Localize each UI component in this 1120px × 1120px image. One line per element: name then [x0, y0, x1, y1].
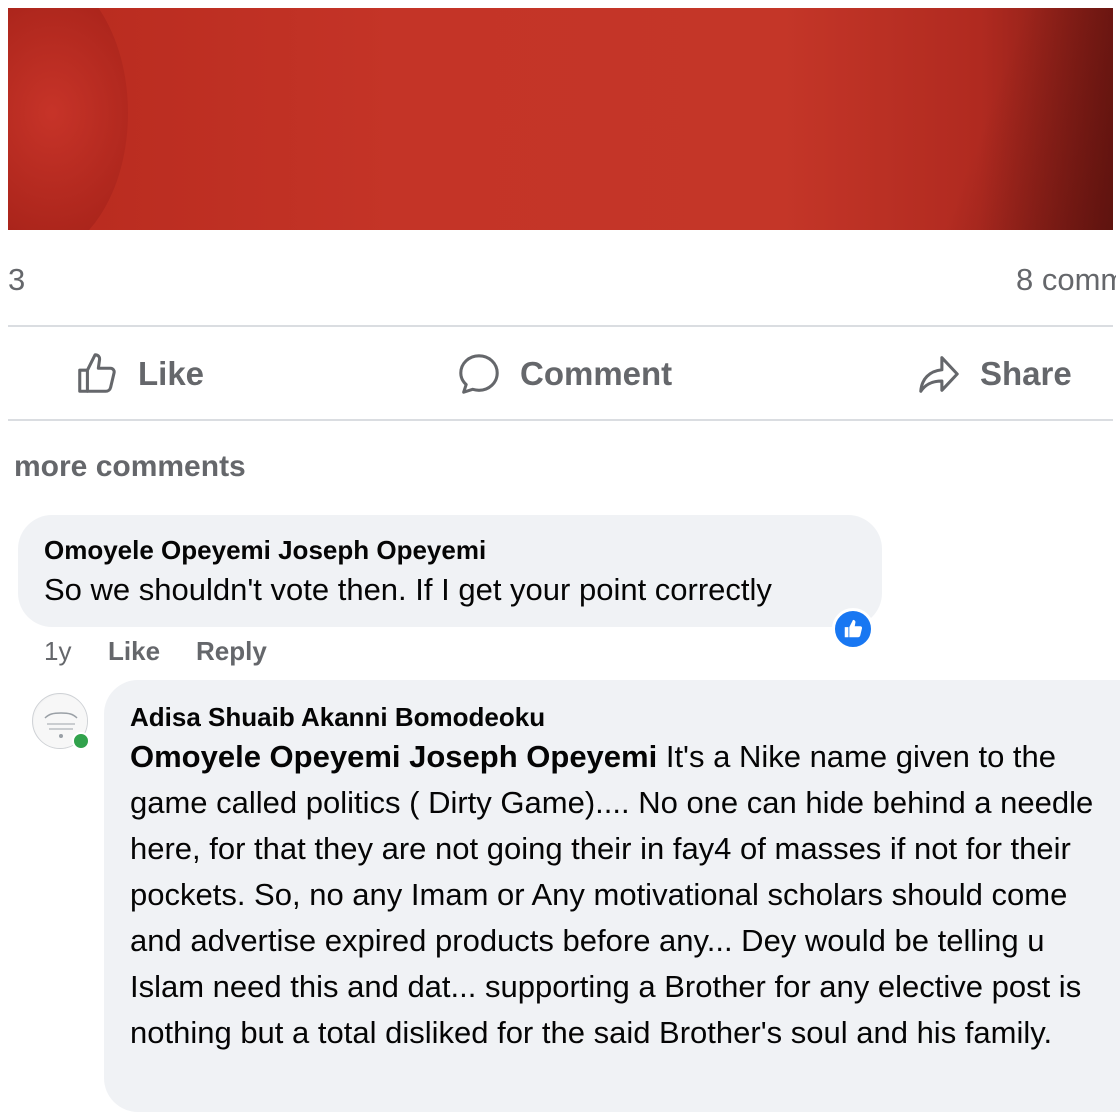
reply-bubble: Adisa Shuaib Akanni Bomodeoku Omoyele Op… — [104, 680, 1120, 1112]
reply-mention[interactable]: Omoyele Opeyemi Joseph Opeyemi — [130, 739, 657, 774]
reply-text: Omoyele Opeyemi Joseph Opeyemi It's a Ni… — [130, 734, 1120, 1056]
reaction-count[interactable]: 3 — [8, 262, 25, 298]
like-button[interactable]: Like — [74, 350, 204, 398]
share-button-label: Share — [980, 355, 1072, 392]
divider-bottom — [8, 419, 1113, 421]
post-image-ball-shape — [8, 8, 128, 230]
divider-top — [8, 325, 1113, 327]
like-reaction-icon — [844, 619, 863, 638]
comment-button-label: Comment — [520, 355, 673, 392]
comment-timestamp[interactable]: 1y — [44, 636, 71, 667]
comment-text: So we shouldn't vote then. If I get your… — [44, 572, 772, 607]
reply-author[interactable]: Adisa Shuaib Akanni Bomodeoku — [130, 702, 545, 733]
comment-bubble: Omoyele Opeyemi Joseph Opeyemi So we sho… — [18, 515, 882, 627]
share-button[interactable]: Share — [916, 350, 1072, 398]
view-more-comments-link[interactable]: more comments — [14, 450, 246, 484]
reply-body: It's a Nike name given to the game calle… — [130, 739, 1094, 1050]
share-arrow-icon — [919, 356, 959, 393]
comment-like-link[interactable]: Like — [108, 636, 160, 667]
comment-count[interactable]: 8 comments — [1016, 262, 1116, 298]
post-image[interactable] — [8, 8, 1113, 230]
like-button-label: Like — [138, 355, 205, 392]
comment-bubble-icon — [459, 354, 499, 394]
thumbs-up-icon — [78, 353, 116, 393]
comment-button[interactable]: Comment — [456, 350, 672, 398]
comment-reply-link[interactable]: Reply — [196, 636, 267, 667]
online-status-indicator — [72, 732, 90, 750]
post-image-shade — [913, 8, 1113, 230]
comment-author[interactable]: Omoyele Opeyemi Joseph Opeyemi — [44, 535, 486, 566]
comment-reaction-badge[interactable] — [832, 608, 874, 650]
